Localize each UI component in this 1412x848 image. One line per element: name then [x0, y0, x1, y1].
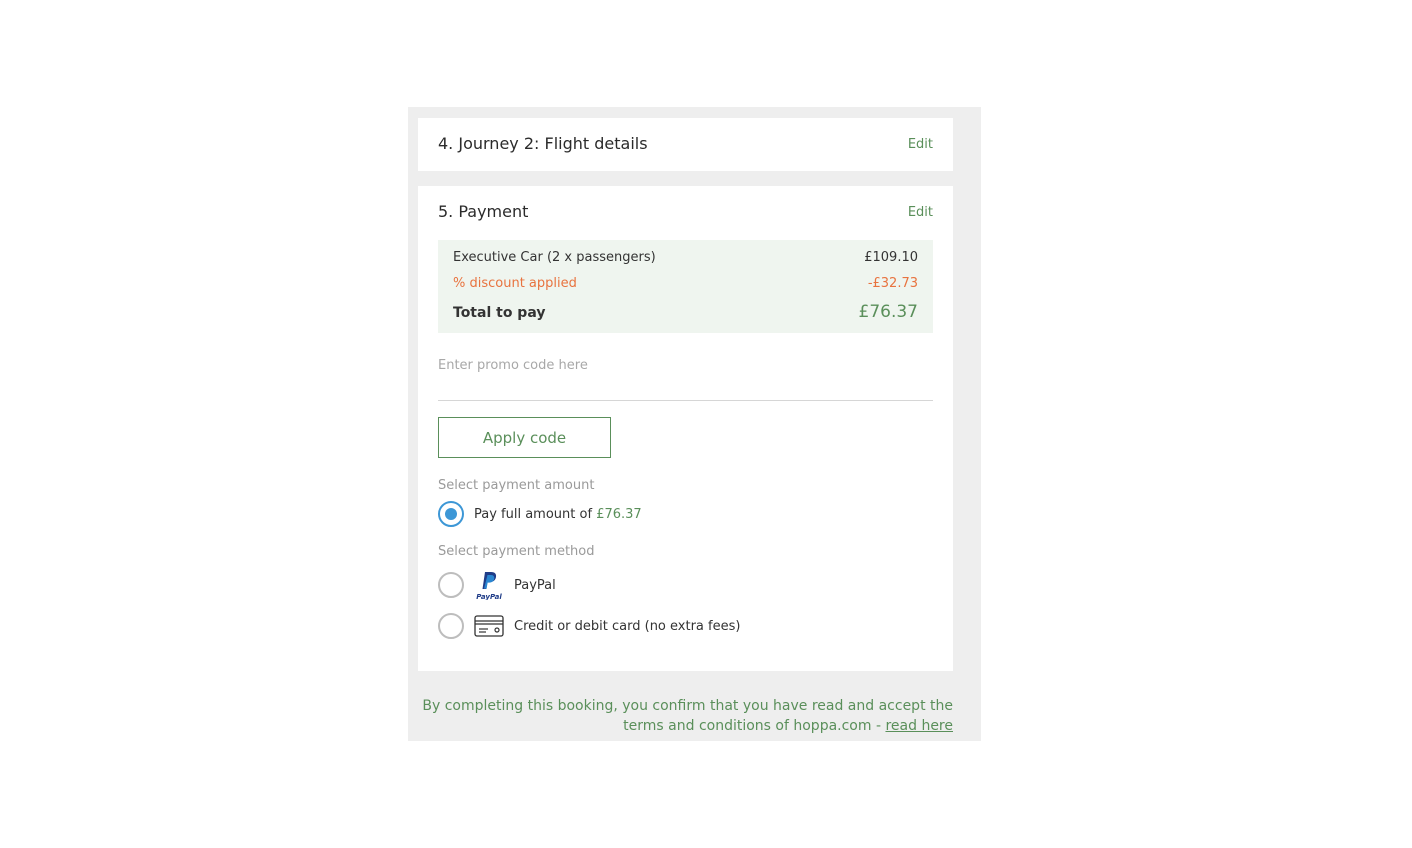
pay-full-amount-option[interactable]: Pay full amount of £76.37 [438, 501, 642, 527]
apply-code-button[interactable]: Apply code [438, 417, 611, 458]
discount-label: % discount applied [453, 276, 577, 291]
pay-full-amount-label: Pay full amount of [474, 506, 593, 522]
card-label: Credit or debit card (no extra fees) [514, 618, 741, 634]
payment-amount-label: Select payment amount [438, 478, 595, 493]
payment-method-label: Select payment method [438, 544, 595, 559]
journey-2-title: 4. Journey 2: Flight details [438, 134, 648, 153]
pay-full-amount-text: Pay full amount of £76.37 [474, 507, 642, 522]
payment-section: 5. Payment Edit Executive Car (2 x passe… [418, 186, 953, 671]
journey-2-section: 4. Journey 2: Flight details Edit [418, 118, 953, 171]
summary-total-row: Total to pay £76.37 [453, 302, 918, 322]
total-label: Total to pay [453, 305, 546, 321]
pay-full-amount-radio[interactable] [438, 501, 464, 527]
payment-method-paypal[interactable]: PayPal PayPal [438, 570, 556, 600]
journey-2-edit-link[interactable]: Edit [908, 137, 933, 152]
terms-text: By completing this booking, you confirm … [422, 698, 953, 734]
terms-notice: By completing this booking, you confirm … [413, 696, 953, 736]
summary-discount-row: % discount applied -£32.73 [453, 276, 918, 291]
price-summary: Executive Car (2 x passengers) £109.10 %… [438, 240, 933, 333]
summary-item-row: Executive Car (2 x passengers) £109.10 [453, 250, 918, 265]
terms-read-here-link[interactable]: read here [885, 718, 953, 734]
pay-full-amount-price: £76.37 [596, 506, 642, 522]
item-label: Executive Car (2 x passengers) [453, 250, 656, 265]
total-amount: £76.37 [858, 302, 918, 322]
discount-amount: -£32.73 [867, 276, 918, 291]
card-radio[interactable] [438, 613, 464, 639]
credit-card-icon [474, 611, 504, 641]
paypal-radio[interactable] [438, 572, 464, 598]
payment-edit-link[interactable]: Edit [908, 205, 933, 220]
paypal-label: PayPal [514, 577, 556, 593]
booking-panel: 4. Journey 2: Flight details Edit 5. Pay… [408, 107, 981, 741]
svg-text:PayPal: PayPal [476, 593, 502, 600]
payment-title: 5. Payment [438, 202, 529, 221]
paypal-icon: PayPal [474, 570, 504, 600]
payment-method-card[interactable]: Credit or debit card (no extra fees) [438, 611, 740, 641]
promo-code-input[interactable] [438, 352, 933, 401]
item-price: £109.10 [864, 250, 918, 265]
